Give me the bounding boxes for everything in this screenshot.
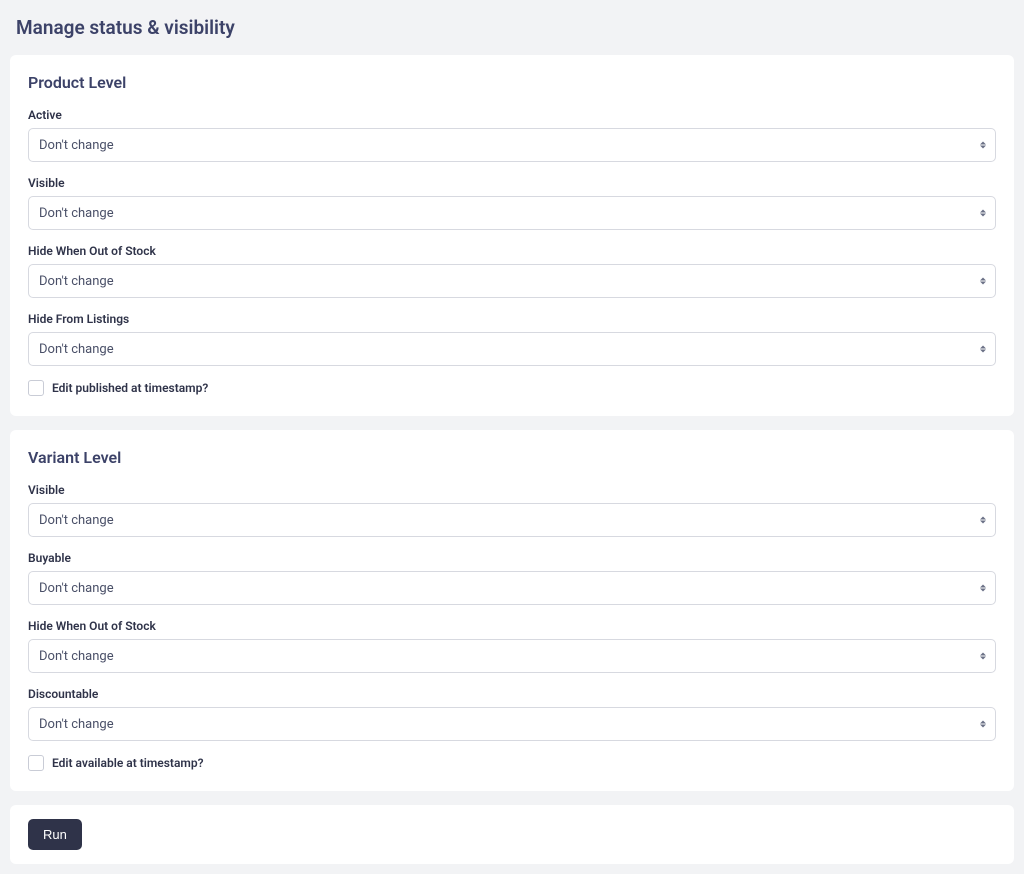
checkbox-edit-published-at[interactable] (28, 380, 44, 396)
select-active-value: Don't change (39, 138, 114, 153)
field-variant-visible: Visible Don't change (28, 483, 996, 537)
product-level-card: Product Level Active Don't change Visibl… (10, 55, 1014, 416)
select-hide-listings-value: Don't change (39, 342, 114, 357)
page-title: Manage status & visibility (16, 16, 1008, 39)
select-variant-visible[interactable]: Don't change (28, 503, 996, 537)
label-visible: Visible (28, 176, 996, 190)
select-visible-value: Don't change (39, 206, 114, 221)
label-discountable: Discountable (28, 687, 996, 701)
variant-level-card: Variant Level Visible Don't change Buyab… (10, 430, 1014, 791)
checkbox-label-available-at[interactable]: Edit available at timestamp? (52, 756, 203, 770)
field-visible: Visible Don't change (28, 176, 996, 230)
select-discountable[interactable]: Don't change (28, 707, 996, 741)
label-active: Active (28, 108, 996, 122)
checkbox-row-published-at: Edit published at timestamp? (28, 380, 996, 396)
checkbox-edit-available-at[interactable] (28, 755, 44, 771)
checkbox-label-published-at[interactable]: Edit published at timestamp? (52, 381, 208, 395)
label-buyable: Buyable (28, 551, 996, 565)
product-level-title: Product Level (28, 73, 996, 92)
variant-level-title: Variant Level (28, 448, 996, 467)
run-button[interactable]: Run (28, 819, 82, 850)
field-hide-oos: Hide When Out of Stock Don't change (28, 244, 996, 298)
field-buyable: Buyable Don't change (28, 551, 996, 605)
field-active: Active Don't change (28, 108, 996, 162)
label-hide-oos: Hide When Out of Stock (28, 244, 996, 258)
select-variant-hide-oos-value: Don't change (39, 649, 114, 664)
select-hide-oos-value: Don't change (39, 274, 114, 289)
select-variant-visible-value: Don't change (39, 513, 114, 528)
field-discountable: Discountable Don't change (28, 687, 996, 741)
label-variant-hide-oos: Hide When Out of Stock (28, 619, 996, 633)
select-hide-listings[interactable]: Don't change (28, 332, 996, 366)
select-buyable[interactable]: Don't change (28, 571, 996, 605)
select-active[interactable]: Don't change (28, 128, 996, 162)
select-buyable-value: Don't change (39, 581, 114, 596)
select-discountable-value: Don't change (39, 717, 114, 732)
field-hide-listings: Hide From Listings Don't change (28, 312, 996, 366)
select-visible[interactable]: Don't change (28, 196, 996, 230)
checkbox-row-available-at: Edit available at timestamp? (28, 755, 996, 771)
label-variant-visible: Visible (28, 483, 996, 497)
label-hide-listings: Hide From Listings (28, 312, 996, 326)
run-card: Run (10, 805, 1014, 864)
field-variant-hide-oos: Hide When Out of Stock Don't change (28, 619, 996, 673)
select-variant-hide-oos[interactable]: Don't change (28, 639, 996, 673)
select-hide-oos[interactable]: Don't change (28, 264, 996, 298)
